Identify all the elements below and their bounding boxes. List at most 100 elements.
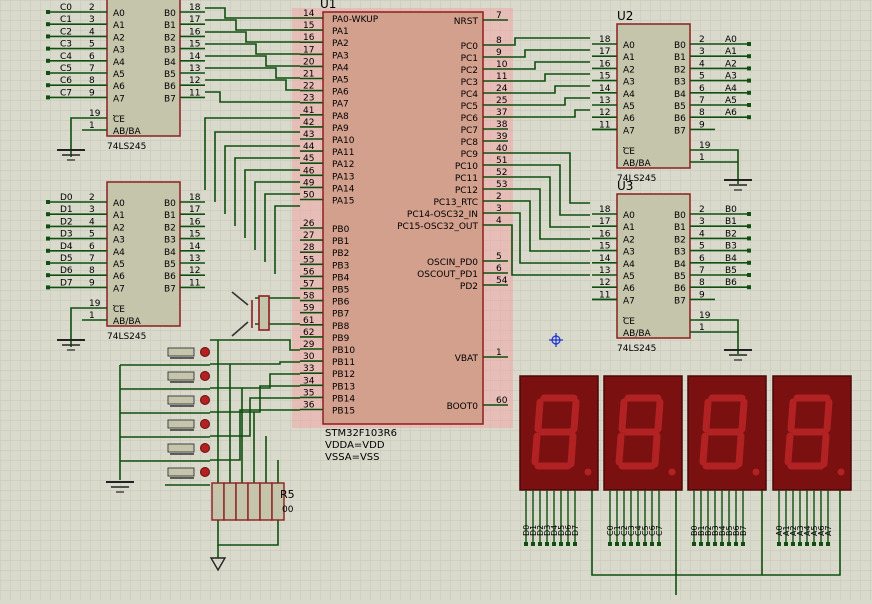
buffer-dir-label: AB/BA bbox=[113, 317, 142, 327]
mcu-pin-name: PB13 bbox=[332, 382, 355, 392]
buffer-ce-label: CE bbox=[623, 147, 635, 157]
mcu-pin-name: PC15-OSC32_OUT bbox=[397, 222, 478, 232]
mcu-pin-number: 55 bbox=[303, 255, 314, 265]
net-label: D7 bbox=[60, 278, 73, 288]
mcu-pin-name: PA11 bbox=[332, 148, 354, 158]
display-segment bbox=[654, 398, 664, 433]
net-junction bbox=[46, 248, 50, 253]
net-label: C5 bbox=[60, 64, 72, 74]
buffer-pin-number: 19 bbox=[89, 299, 101, 309]
mcu-pin-number: 35 bbox=[303, 388, 314, 398]
buffer-pin-number: 12 bbox=[189, 76, 200, 86]
mcu-pin-name: PA4 bbox=[332, 63, 349, 73]
buffer-a-label: A1 bbox=[113, 21, 125, 31]
display-pin-junction bbox=[805, 542, 809, 546]
buffer-a-label: A7 bbox=[623, 126, 635, 136]
display-pin-junction bbox=[692, 542, 696, 546]
buffer-a-label: A6 bbox=[623, 114, 635, 124]
buffer-b-label: B2 bbox=[674, 65, 686, 75]
buffer-pin-number: 16 bbox=[599, 229, 611, 239]
buffer-b-label: B3 bbox=[674, 78, 686, 88]
resistor-element bbox=[211, 482, 225, 521]
net-junction bbox=[747, 236, 751, 241]
mcu-pin-number: 5 bbox=[496, 252, 502, 262]
mcu-pin-number: 27 bbox=[303, 231, 314, 241]
buffer-pin-number: 11 bbox=[189, 88, 200, 98]
buffer-dir-label: AB/BA bbox=[623, 159, 652, 169]
buffer-b-label: B1 bbox=[164, 21, 176, 31]
buffer-b-label: B1 bbox=[674, 53, 686, 63]
mcu-pin-number: 20 bbox=[303, 57, 315, 67]
mcu-pin-number: 9 bbox=[496, 48, 502, 58]
buffer-pin-number: 4 bbox=[699, 59, 705, 69]
buffer-a-label: A4 bbox=[623, 90, 635, 100]
mcu-pin-number: 36 bbox=[303, 401, 315, 411]
mcu-u1[interactable]: U1 STM32F103R6 VDDA=VDD VSSA=VSS 14PA0-W… bbox=[292, 0, 513, 463]
mcu-pin-number: 58 bbox=[303, 292, 315, 302]
mcu-pin-number: 61 bbox=[303, 316, 314, 326]
net-label: C0 bbox=[60, 3, 72, 13]
buffer-dir-label: AB/BA bbox=[113, 127, 142, 137]
buffer-pin-number: 2 bbox=[699, 35, 705, 45]
display-pin-junction bbox=[636, 542, 640, 546]
mcu-pin-number: 11 bbox=[496, 72, 507, 82]
buffer-a-label: A7 bbox=[623, 296, 635, 306]
buffer-b-label: B0 bbox=[674, 211, 686, 221]
button-cap bbox=[167, 443, 195, 453]
mcu-pin-name: PC5 bbox=[461, 102, 478, 112]
display-pin-label: C7 bbox=[655, 525, 664, 536]
buffer-b-label: B7 bbox=[674, 296, 686, 306]
mcu-pin-name: PA8 bbox=[332, 112, 349, 122]
buffer-b-label: B6 bbox=[164, 82, 176, 92]
buffer-pin-number: 19 bbox=[699, 141, 711, 151]
net-label: D1 bbox=[60, 205, 73, 215]
mcu-pin-number: 43 bbox=[303, 130, 314, 140]
buffer-pin-number: 4 bbox=[89, 217, 95, 227]
display-pin-junction bbox=[741, 542, 745, 546]
resistor-ref-label: R5 bbox=[280, 488, 295, 501]
buffer-a-label: A7 bbox=[113, 284, 125, 294]
display-pin-junction bbox=[573, 542, 577, 546]
mcu-pin-name: PB14 bbox=[332, 394, 355, 404]
buffer-b-label: B6 bbox=[674, 284, 686, 294]
buffer-a-label: A2 bbox=[113, 33, 125, 43]
buffer-b-label: B5 bbox=[164, 70, 176, 80]
buffer-pin-number: 3 bbox=[699, 217, 705, 227]
net-junction bbox=[46, 95, 50, 100]
net-label: C2 bbox=[60, 27, 72, 37]
buffer-pin-number: 6 bbox=[699, 254, 705, 264]
display-decimal-point bbox=[584, 468, 592, 476]
buffer-pin-number: 13 bbox=[189, 254, 200, 264]
mcu-pin-name: PA15 bbox=[332, 197, 354, 207]
display-segment bbox=[567, 432, 577, 468]
net-junction bbox=[747, 260, 751, 265]
buffer-pin-number: 3 bbox=[89, 205, 95, 215]
mcu-pin-number: 16 bbox=[303, 33, 315, 43]
mcu-pin-number: 23 bbox=[303, 94, 314, 104]
mcu-pin-name: PC1 bbox=[461, 54, 478, 64]
mcu-pin-name: NRST bbox=[454, 17, 479, 27]
net-junction bbox=[747, 285, 751, 290]
net-junction bbox=[747, 103, 751, 107]
net-label: B1 bbox=[725, 217, 737, 227]
resistor-network[interactable]: R5 00 bbox=[211, 482, 295, 521]
buffer-b-label: B4 bbox=[674, 90, 686, 100]
buffer-part-label: 74LS245 bbox=[107, 142, 146, 152]
display-segment bbox=[823, 398, 833, 433]
mcu-pin-name: PA13 bbox=[332, 172, 354, 182]
mcu-pin-number: 57 bbox=[303, 280, 314, 290]
buffer-a-label: A6 bbox=[113, 272, 125, 282]
display-segment bbox=[820, 432, 830, 468]
buffer-pin-number: 1 bbox=[89, 121, 95, 131]
mcu-pin-name: PA0-WKUP bbox=[332, 15, 379, 25]
net-label: A3 bbox=[725, 72, 737, 82]
net-junction bbox=[46, 261, 50, 265]
mcu-pin-number: 38 bbox=[496, 120, 508, 130]
buffer-pin-number: 2 bbox=[89, 3, 95, 13]
mcu-pin-number: 28 bbox=[303, 243, 315, 253]
buffer-b-label: B0 bbox=[164, 9, 176, 19]
mcu-pin-name: PB8 bbox=[332, 322, 350, 332]
net-junction bbox=[747, 224, 751, 229]
mcu-pin-number: 2 bbox=[496, 192, 502, 202]
mcu-pin-name: PD2 bbox=[460, 282, 478, 292]
